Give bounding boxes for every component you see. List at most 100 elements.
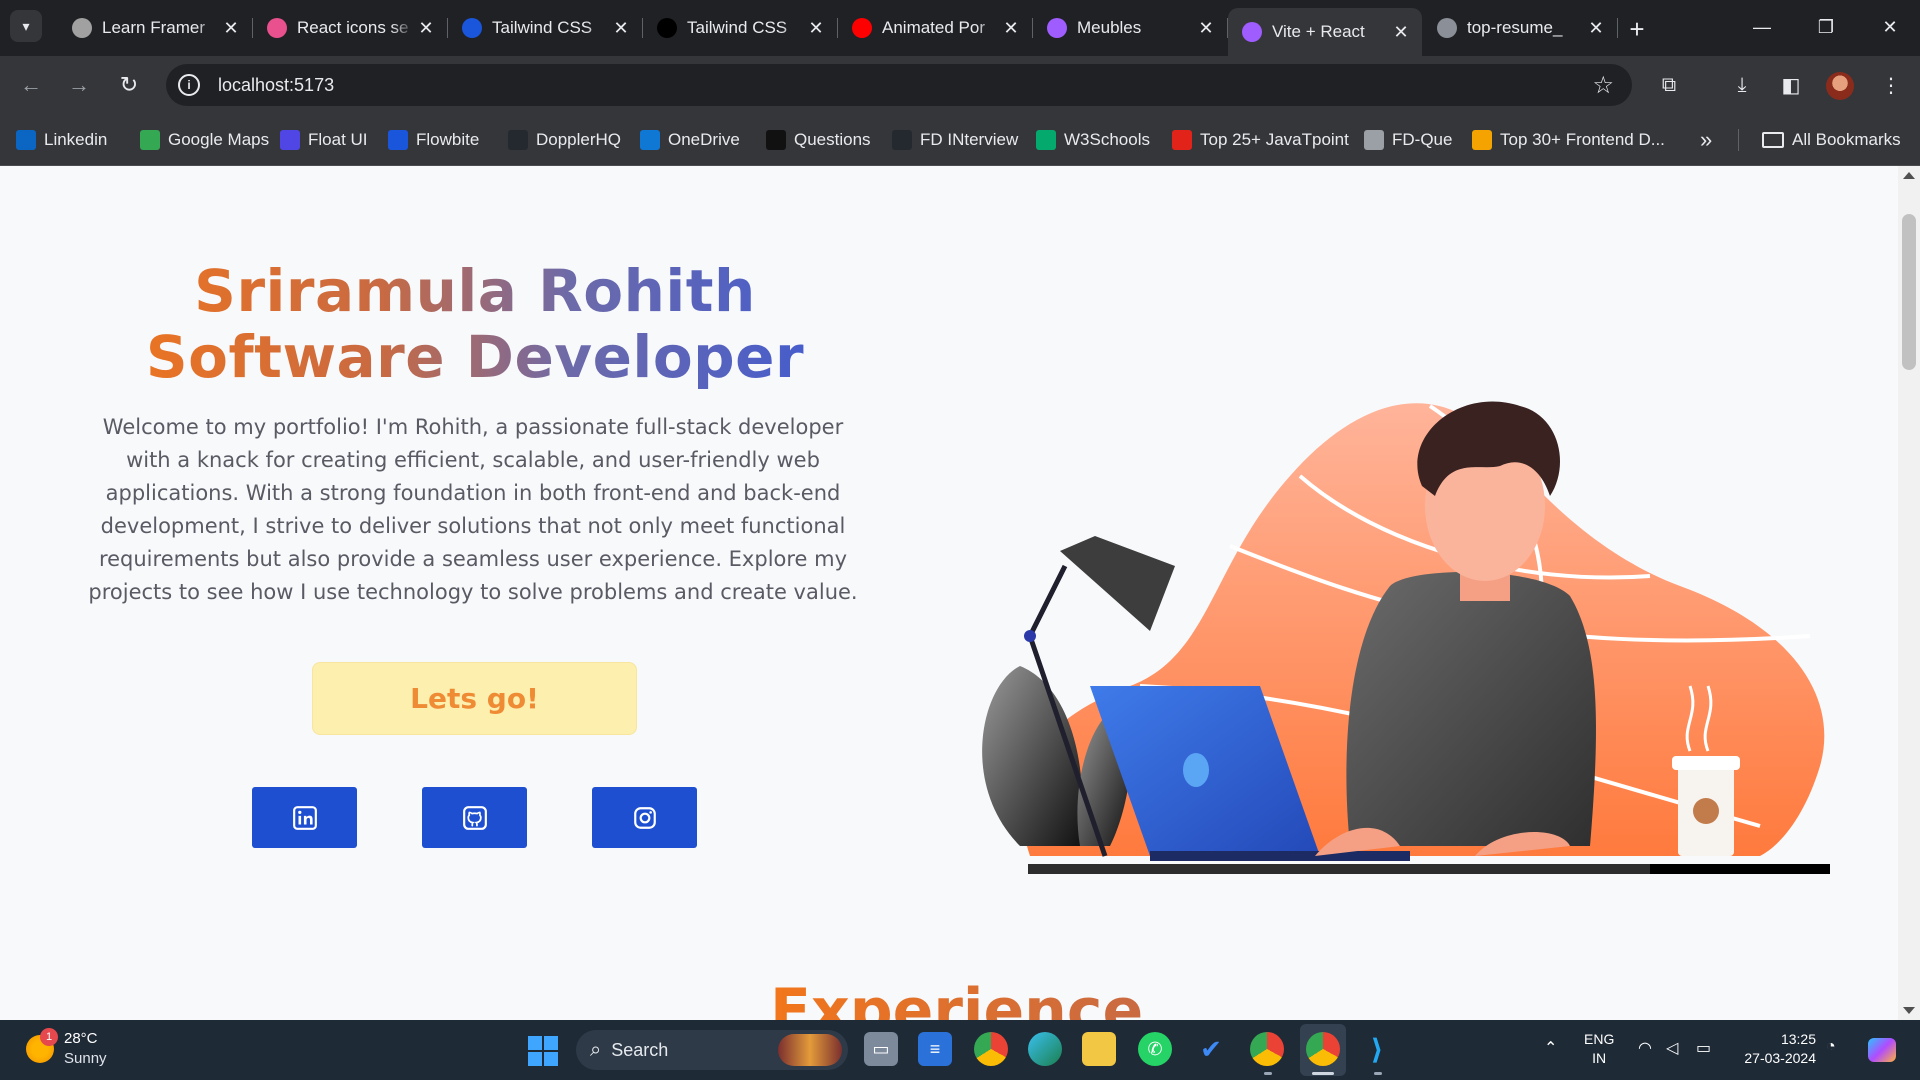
tab-close-icon[interactable]: ✕: [220, 17, 242, 39]
chrome-profile-icon[interactable]: [1250, 1032, 1284, 1066]
floatui-icon: [280, 130, 300, 150]
windows-logo-icon: [528, 1036, 542, 1050]
hero-title: Sriramula Rohith Software Developer: [80, 258, 870, 390]
flowbite-icon: [388, 130, 408, 150]
close-icon: ✕: [1882, 16, 1898, 37]
site-info-icon[interactable]: i: [178, 74, 200, 96]
whatsapp-icon[interactable]: ✆: [1138, 1032, 1172, 1066]
file-explorer-icon[interactable]: [1082, 1032, 1116, 1066]
copilot-icon[interactable]: [1868, 1038, 1896, 1062]
tab-separator: [1617, 18, 1618, 38]
bookmark-item[interactable]: Top 25+ JavaTpoint: [1172, 114, 1349, 166]
taskbar-search[interactable]: ⌕ Search: [576, 1030, 848, 1070]
bookmark-item[interactable]: FD INterview: [892, 114, 1018, 166]
bookmark-item[interactable]: Flowbite: [388, 114, 479, 166]
developer-illustration: [982, 401, 1830, 874]
bookmark-label: FD INterview: [920, 130, 1019, 149]
page-scrollbar[interactable]: [1898, 166, 1920, 1020]
close-window-button[interactable]: ✕: [1860, 0, 1920, 54]
vscode-icon[interactable]: ⟩: [1360, 1032, 1394, 1066]
tab-close-icon[interactable]: ✕: [610, 17, 632, 39]
tab-close-icon[interactable]: ✕: [805, 17, 827, 39]
avatar[interactable]: [1826, 72, 1854, 100]
more-bookmarks-button[interactable]: »: [1700, 114, 1712, 166]
task-view-icon[interactable]: ▭: [864, 1032, 898, 1066]
menu-icon[interactable]: ⋮: [1876, 70, 1906, 100]
download-icon[interactable]: ⤓: [1727, 70, 1757, 100]
tab-close-icon[interactable]: ✕: [1585, 17, 1607, 39]
bookmark-label: Float UI: [308, 130, 368, 149]
hero-intro: Welcome to my portfolio! I'm Rohith, a p…: [88, 415, 858, 604]
browser-tab[interactable]: Vite + React ✕: [1228, 8, 1422, 56]
tab-close-icon[interactable]: ✕: [1195, 17, 1217, 39]
browser-tab[interactable]: Learn Framer ✕: [58, 8, 253, 48]
extensions-icon[interactable]: ⧉: [1654, 70, 1684, 100]
scrollbar-thumb[interactable]: [1902, 214, 1916, 370]
todo-icon[interactable]: ✔: [1194, 1032, 1228, 1066]
browser-tab[interactable]: React icons se ✕: [253, 8, 448, 48]
edge-icon[interactable]: [1028, 1032, 1062, 1066]
bookmark-item[interactable]: DopplerHQ: [508, 114, 621, 166]
bookmark-item[interactable]: Linkedin: [16, 114, 107, 166]
tab-close-icon[interactable]: ✕: [415, 17, 437, 39]
battery-icon[interactable]: ▭: [1696, 1038, 1711, 1058]
restore-button[interactable]: ❐: [1796, 0, 1856, 54]
github-button[interactable]: [422, 787, 527, 848]
address-bar[interactable]: i localhost:5173 ☆: [166, 64, 1632, 106]
scroll-up-icon[interactable]: [1903, 172, 1915, 179]
chrome-icon[interactable]: [974, 1032, 1008, 1066]
instagram-button[interactable]: [592, 787, 697, 848]
tab-search-button[interactable]: ▾: [10, 10, 42, 42]
onedrive-icon: [640, 130, 660, 150]
bookmark-item[interactable]: Google Maps: [140, 114, 269, 166]
clock[interactable]: 13:25 27-03-2024: [1736, 1030, 1816, 1068]
side-panel-icon[interactable]: ◧: [1776, 70, 1806, 100]
experience-heading: Experience: [770, 976, 1143, 1020]
tailwind-icon: [462, 18, 482, 38]
github-icon: [462, 805, 487, 830]
linkedin-button[interactable]: [252, 787, 357, 848]
clock-time: 13:25: [1780, 1031, 1816, 1047]
runner-icon: [1472, 130, 1492, 150]
bookmark-item[interactable]: Top 30+ Frontend D...: [1472, 114, 1665, 166]
address-text[interactable]: localhost:5173: [218, 75, 334, 96]
wifi-icon[interactable]: ◠: [1638, 1038, 1652, 1058]
bookmark-item[interactable]: FD-Que: [1364, 114, 1452, 166]
minimize-button[interactable]: —: [1732, 0, 1792, 54]
all-bookmarks-label: All Bookmarks: [1792, 130, 1901, 149]
bookmark-item[interactable]: Questions: [766, 114, 871, 166]
new-tab-button[interactable]: +: [1622, 14, 1652, 44]
back-button[interactable]: ←: [14, 68, 48, 102]
chevron-up-icon[interactable]: ⌃: [1544, 1038, 1557, 1058]
bookmark-star-icon[interactable]: ☆: [1592, 71, 1614, 100]
bookmark-label: OneDrive: [668, 130, 740, 149]
notepad-icon[interactable]: ≡: [918, 1032, 952, 1066]
bookmark-item[interactable]: OneDrive: [640, 114, 740, 166]
all-bookmarks-button[interactable]: All Bookmarks: [1762, 114, 1901, 166]
weather-temperature[interactable]: 28°C: [64, 1030, 98, 1047]
scroll-down-icon[interactable]: [1903, 1007, 1915, 1014]
start-button[interactable]: [528, 1036, 558, 1066]
browser-tab[interactable]: Meubles ✕: [1033, 8, 1228, 48]
tab-strip: ▾ Learn Framer ✕ React icons se ✕ Tailwind C…: [0, 0, 1920, 56]
tab-close-icon[interactable]: ✕: [1390, 21, 1412, 43]
notification-bell-icon[interactable]: ◔: [1826, 1038, 1836, 1056]
language-indicator[interactable]: ENG IN: [1584, 1030, 1614, 1068]
browser-tab[interactable]: Animated Por ✕: [838, 8, 1033, 48]
reload-button[interactable]: ↻: [112, 68, 146, 102]
browser-tab[interactable]: Tailwind CSS ✕: [643, 8, 838, 48]
lets-go-button[interactable]: Lets go!: [312, 662, 637, 735]
bookmark-item[interactable]: W3Schools: [1036, 114, 1150, 166]
linkedin-icon: [292, 805, 317, 830]
volume-icon[interactable]: ◁: [1666, 1038, 1678, 1058]
chrome-active-icon[interactable]: [1306, 1032, 1340, 1066]
youtube-icon: [852, 18, 872, 38]
weather-condition[interactable]: Sunny: [64, 1050, 107, 1067]
browser-tab[interactable]: top-resume_ ✕: [1423, 8, 1618, 48]
forward-button[interactable]: →: [62, 68, 96, 102]
bookmark-label: Questions: [794, 130, 871, 149]
bookmarks-divider: [1738, 129, 1739, 151]
tab-close-icon[interactable]: ✕: [1000, 17, 1022, 39]
bookmark-item[interactable]: Float UI: [280, 114, 368, 166]
browser-tab[interactable]: Tailwind CSS ✕: [448, 8, 643, 48]
